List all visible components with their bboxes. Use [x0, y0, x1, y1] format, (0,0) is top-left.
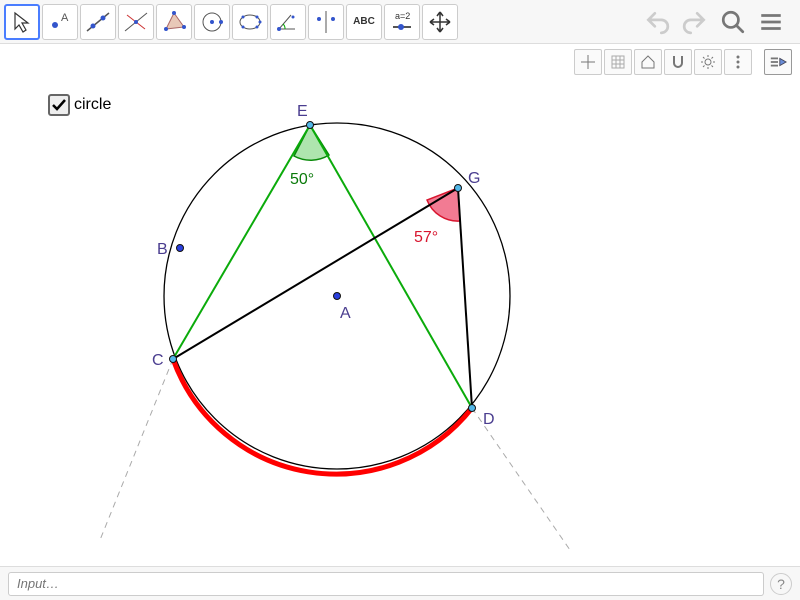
dashed-line-c [100, 359, 173, 540]
point-tool[interactable]: A [42, 4, 78, 40]
arc-cd [173, 359, 472, 474]
angle-e-value: 50° [290, 171, 314, 188]
label-c: C [152, 352, 164, 369]
snap-icon[interactable] [664, 49, 692, 75]
angle-g-value: 57° [414, 229, 438, 246]
point-c[interactable] [170, 356, 177, 363]
label-d: D [483, 411, 495, 428]
algebra-input[interactable] [8, 572, 764, 596]
redo-button[interactable] [680, 7, 710, 37]
segment-ed [310, 125, 472, 408]
point-a[interactable] [334, 293, 341, 300]
conic-tool[interactable] [232, 4, 268, 40]
dashed-line-d [472, 408, 570, 550]
help-button[interactable]: ? [770, 573, 792, 595]
move-tool[interactable] [4, 4, 40, 40]
main-toolbar: A ABC a=2 [0, 0, 800, 44]
gear-icon[interactable] [694, 49, 722, 75]
axes-icon[interactable] [574, 49, 602, 75]
label-a: A [340, 305, 351, 322]
point-d[interactable] [469, 405, 476, 412]
polygon-tool[interactable] [156, 4, 192, 40]
svg-text:A: A [61, 12, 69, 24]
perpendicular-tool[interactable] [118, 4, 154, 40]
grid-icon[interactable] [604, 49, 632, 75]
label-b: B [157, 241, 168, 258]
label-g: G [468, 170, 480, 187]
segment-ec [173, 125, 310, 359]
text-tool[interactable]: ABC [346, 4, 382, 40]
label-e: E [297, 103, 308, 120]
search-button[interactable] [718, 7, 748, 37]
reflect-tool[interactable] [308, 4, 344, 40]
dots-icon[interactable] [724, 49, 752, 75]
svg-text:a=2: a=2 [395, 11, 410, 21]
circle-center-tool[interactable] [194, 4, 230, 40]
geometry-canvas[interactable]: A B C D E G 50° 57° [0, 80, 800, 566]
segment-gc [173, 188, 458, 359]
point-g[interactable] [455, 185, 462, 192]
segment-gd [458, 188, 472, 408]
view-settings-bar [0, 44, 800, 80]
point-b[interactable] [177, 245, 184, 252]
point-e[interactable] [307, 122, 314, 129]
circle-checkbox-label[interactable]: circle [74, 96, 111, 114]
angle-tool[interactable] [270, 4, 306, 40]
line-tool[interactable] [80, 4, 116, 40]
slider-tool[interactable]: a=2 [384, 4, 420, 40]
input-bar: ? [0, 566, 800, 600]
circle-checkbox-row: circle [48, 94, 111, 116]
move-view-tool[interactable] [422, 4, 458, 40]
menu-button[interactable] [756, 7, 786, 37]
home-icon[interactable] [634, 49, 662, 75]
panel-icon[interactable] [764, 49, 792, 75]
circle-checkbox[interactable] [48, 94, 70, 116]
undo-button[interactable] [642, 7, 672, 37]
